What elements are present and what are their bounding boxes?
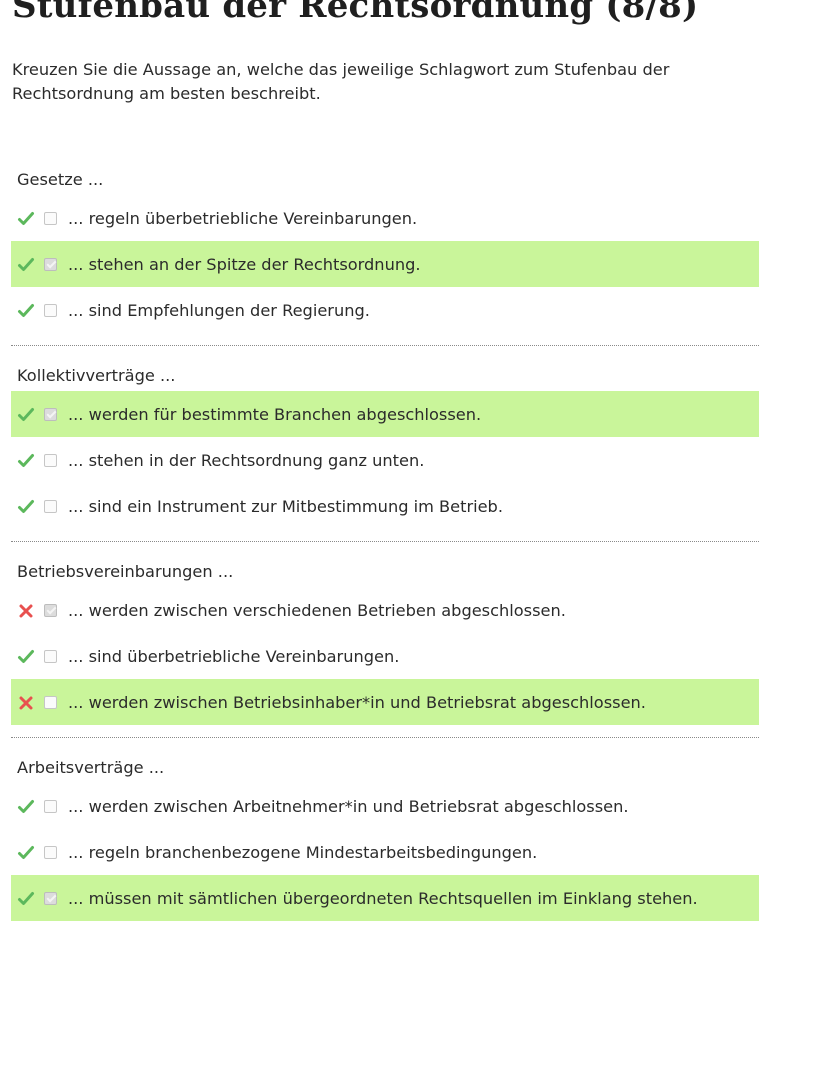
answer-checkbox[interactable] xyxy=(44,257,57,271)
check-icon xyxy=(18,892,34,905)
answer-option[interactable]: ... werden zwischen verschiedenen Betrie… xyxy=(11,587,759,633)
answer-text: ... werden für bestimmte Branchen abgesc… xyxy=(68,404,482,424)
check-icon xyxy=(18,304,34,317)
answer-text: ... werden zwischen Betriebsinhaber*in u… xyxy=(68,692,646,712)
answer-checkbox[interactable] xyxy=(44,453,57,467)
question-label: Betriebsvereinbarungen ... xyxy=(17,562,234,581)
answer-option[interactable]: ... müssen mit sämtlichen übergeordneten… xyxy=(11,875,759,921)
answer-list: ... werden für bestimmte Branchen abgesc… xyxy=(11,391,759,529)
check-icon xyxy=(18,846,34,859)
answer-option[interactable]: ... werden zwischen Arbeitnehmer*in und … xyxy=(11,783,759,829)
question-group: Gesetze ... ... regeln überbetriebliche V… xyxy=(11,150,759,345)
answer-checkbox[interactable] xyxy=(44,845,57,859)
answer-option[interactable]: ... regeln überbetriebliche Vereinbarung… xyxy=(11,195,759,241)
answer-checkbox[interactable] xyxy=(44,499,57,513)
check-icon xyxy=(18,408,34,421)
cross-icon xyxy=(19,604,33,618)
answer-option[interactable]: ... regeln branchenbezogene Mindestarbei… xyxy=(11,829,759,875)
question-group: Betriebsvereinbarungen ... ... werden zwi… xyxy=(11,541,759,737)
answer-option[interactable]: ... stehen an der Spitze der Rechtsordnu… xyxy=(11,241,759,287)
answer-checkbox[interactable] xyxy=(44,891,57,905)
answer-text: ... werden zwischen Arbeitnehmer*in und … xyxy=(68,796,629,816)
answer-list: ... werden zwischen Arbeitnehmer*in und … xyxy=(11,783,759,921)
check-icon xyxy=(18,454,34,467)
answer-text: ... sind Empfehlungen der Regierung. xyxy=(68,300,370,320)
answer-option[interactable]: ... sind Empfehlungen der Regierung. xyxy=(11,287,759,333)
answer-checkbox[interactable] xyxy=(44,303,57,317)
answer-option[interactable]: ... sind ein Instrument zur Mitbestimmun… xyxy=(11,483,759,529)
quiz: Gesetze ... ... regeln überbetriebliche V… xyxy=(11,150,759,933)
check-icon xyxy=(18,212,34,225)
check-icon xyxy=(18,650,34,663)
instructions: Kreuzen Sie die Aussage an, welche das j… xyxy=(12,60,670,103)
answer-checkbox[interactable] xyxy=(44,211,57,225)
question-label: Arbeitsverträge ... xyxy=(17,758,165,777)
answer-checkbox[interactable] xyxy=(44,603,57,617)
check-icon xyxy=(18,258,34,271)
answer-text: ... regeln branchenbezogene Mindestarbei… xyxy=(68,842,538,862)
answer-text: ... stehen an der Spitze der Rechtsordnu… xyxy=(68,254,421,274)
answer-text: ... stehen in der Rechtsordnung ganz unt… xyxy=(68,450,425,470)
question-label: Kollektivverträge ... xyxy=(17,366,176,385)
answer-option[interactable]: ... werden für bestimmte Branchen abgesc… xyxy=(11,391,759,437)
answer-text: ... regeln überbetriebliche Vereinbarung… xyxy=(68,208,418,228)
answer-checkbox[interactable] xyxy=(44,799,57,813)
question-group: Kollektivverträge ... ... werden für best… xyxy=(11,345,759,541)
answer-list: ... regeln überbetriebliche Vereinbarung… xyxy=(11,195,759,333)
answer-checkbox[interactable] xyxy=(44,695,57,709)
answer-text: ... sind überbetriebliche Vereinbarungen… xyxy=(68,646,400,666)
question-label: Gesetze ... xyxy=(17,170,104,189)
answer-checkbox[interactable] xyxy=(44,407,57,421)
answer-option[interactable]: ... werden zwischen Betriebsinhaber*in u… xyxy=(11,679,759,725)
check-icon xyxy=(18,800,34,813)
question-group: Arbeitsverträge ... ... werden zwischen A… xyxy=(11,737,759,933)
answer-option[interactable]: ... sind überbetriebliche Vereinbarungen… xyxy=(11,633,759,679)
answer-option[interactable]: ... stehen in der Rechtsordnung ganz unt… xyxy=(11,437,759,483)
cross-icon xyxy=(19,696,33,710)
answer-text: ... sind ein Instrument zur Mitbestimmun… xyxy=(68,496,503,516)
answer-text: ... müssen mit sämtlichen übergeordneten… xyxy=(68,888,698,908)
answer-text: ... werden zwischen verschiedenen Betrie… xyxy=(68,600,566,620)
check-icon xyxy=(18,500,34,513)
answer-list: ... werden zwischen verschiedenen Betrie… xyxy=(11,587,759,725)
page-title: Stufenbau der Rechtsordnung (8/8) xyxy=(12,0,699,26)
answer-checkbox[interactable] xyxy=(44,649,57,663)
